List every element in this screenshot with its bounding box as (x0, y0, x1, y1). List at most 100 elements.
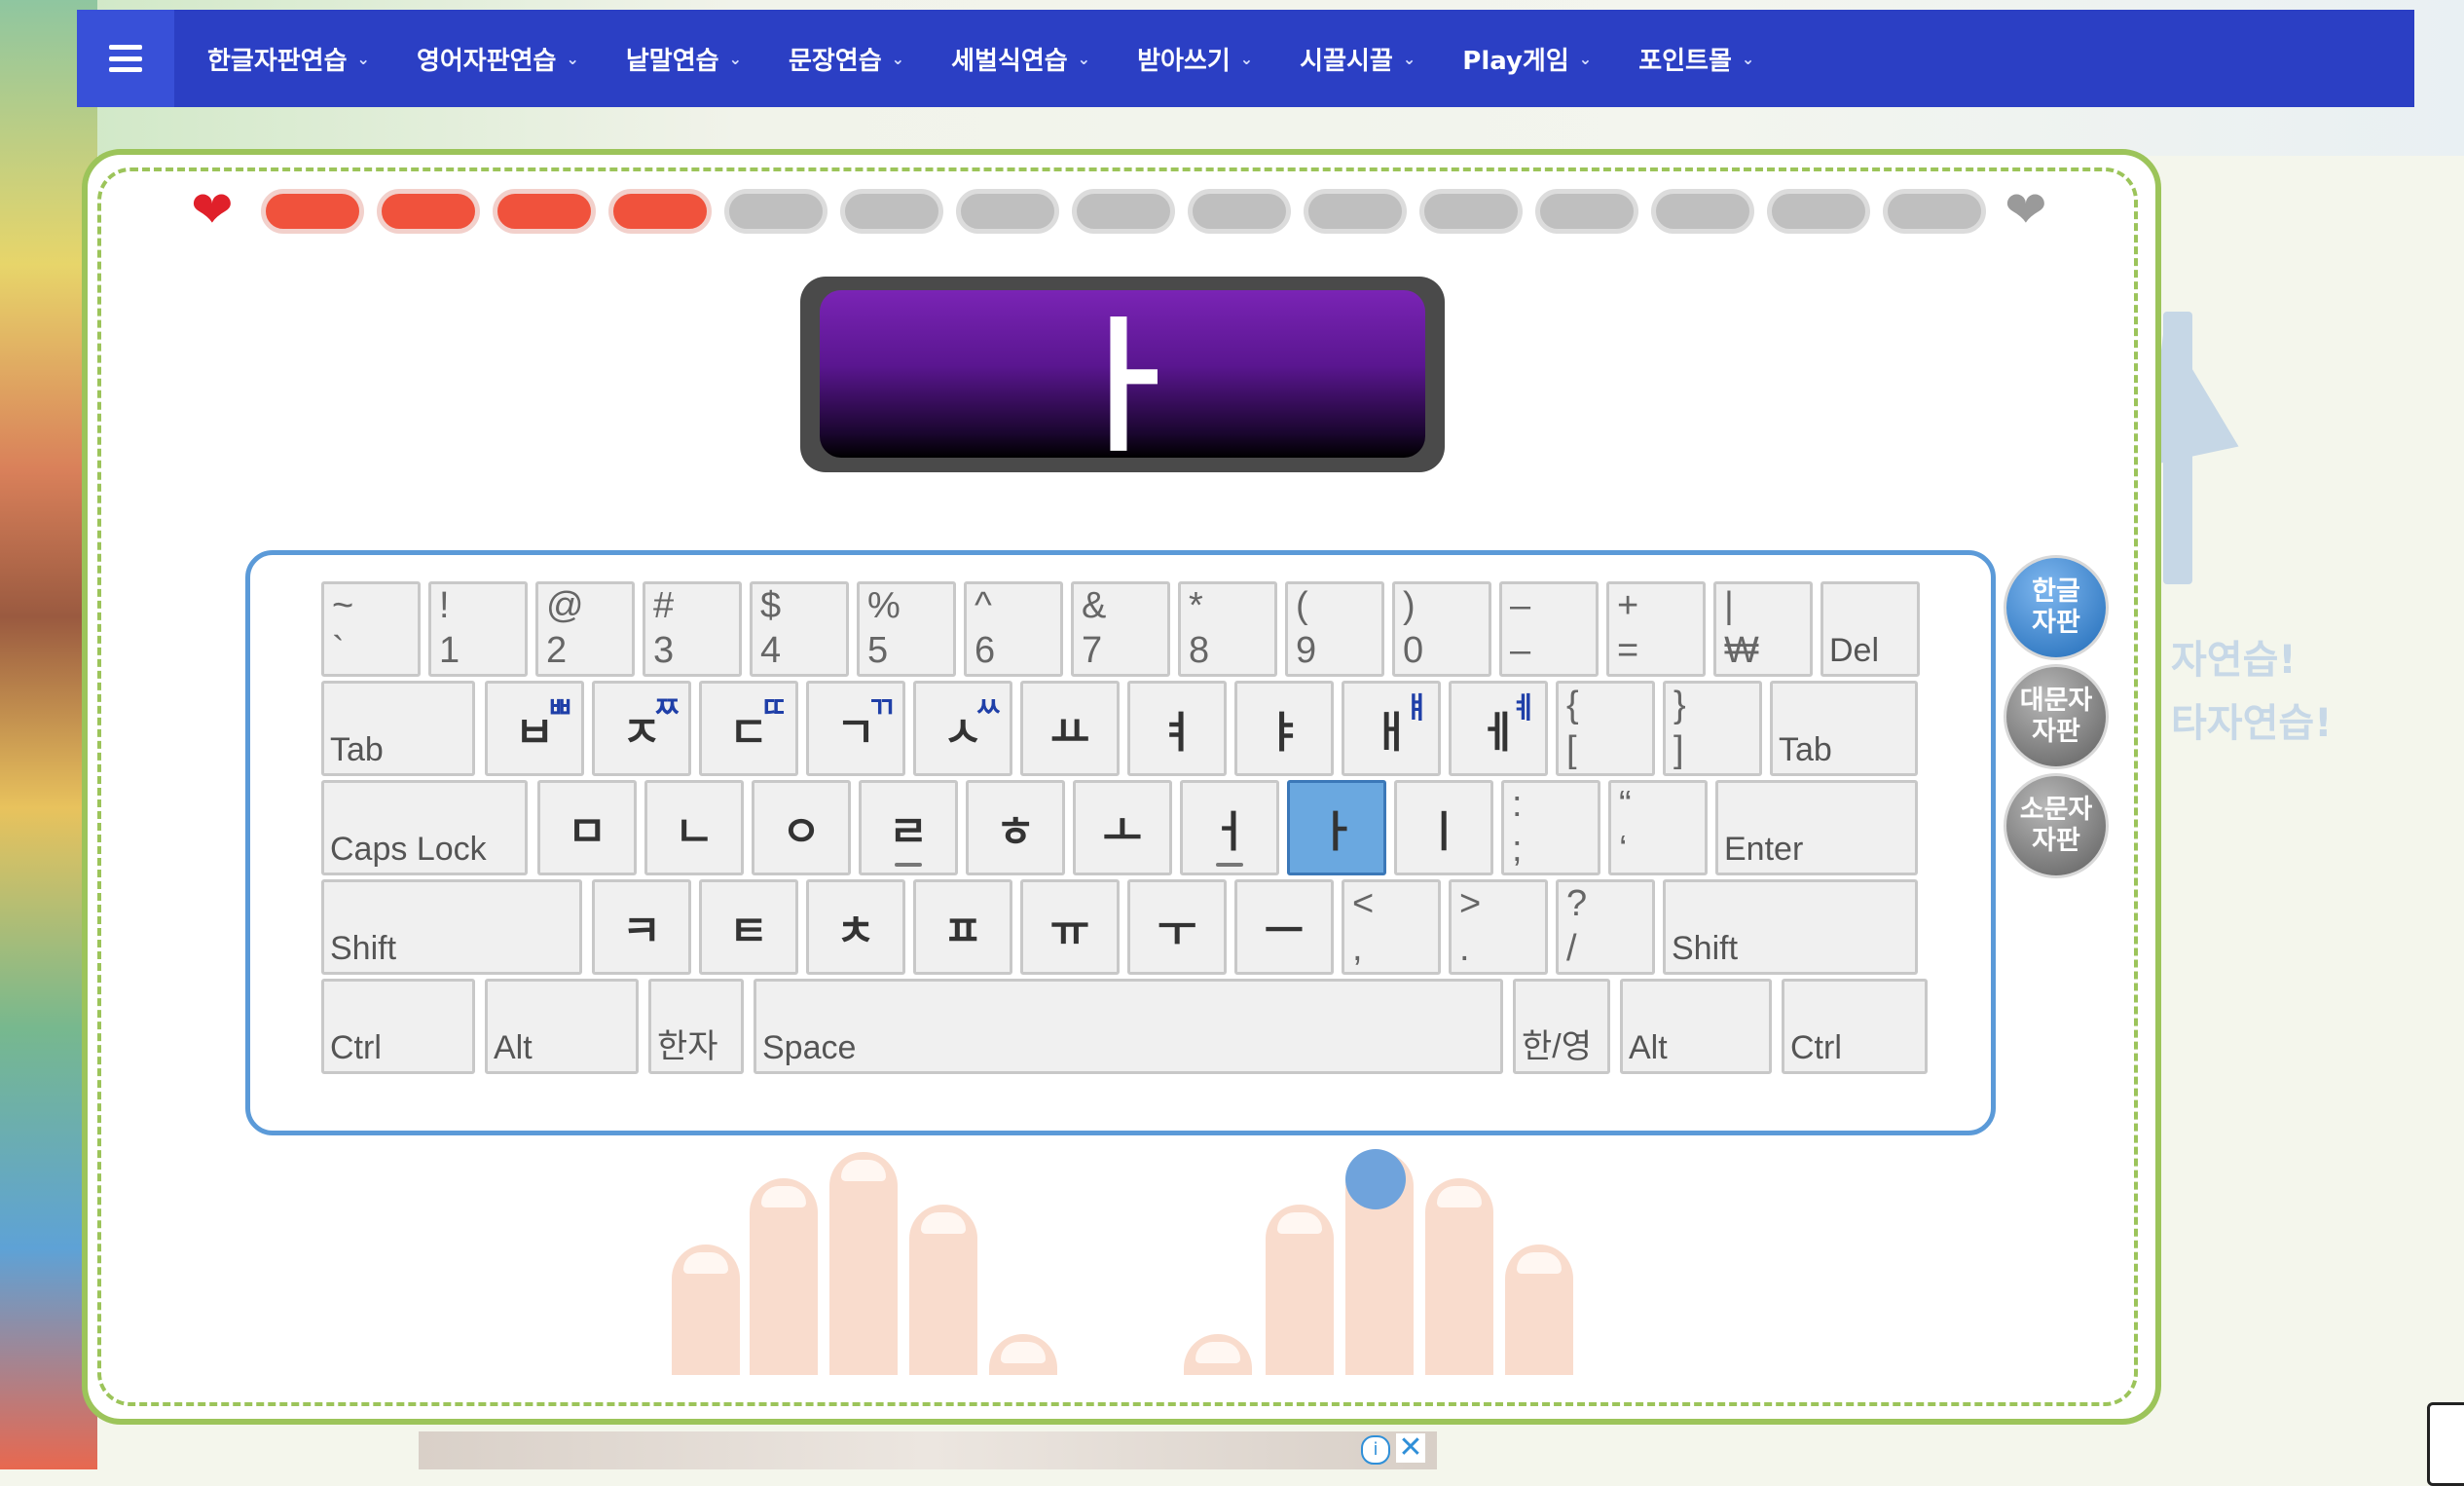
key-hangul[interactable]: ㅑ (1234, 681, 1334, 776)
key-shift-char: – (1510, 585, 1531, 626)
ad-info-icon[interactable]: i (1361, 1435, 1390, 1465)
key-alt-right[interactable]: Alt (1620, 979, 1772, 1074)
key-num-3[interactable]: #3 (643, 581, 742, 677)
background-arrow (2163, 312, 2192, 584)
chevron-down-icon: ⌄ (1578, 49, 1593, 68)
advertisement-banner[interactable]: i ✕ (419, 1431, 1437, 1469)
key-tab[interactable]: Tab (321, 681, 475, 776)
key-hangul[interactable]: ㅠ (1020, 879, 1120, 975)
key-hangul[interactable]: ㅇ (752, 780, 851, 875)
key-char: ㅇ (781, 807, 822, 857)
key-del[interactable]: Del (1820, 581, 1920, 677)
key-char: 4 (760, 630, 782, 671)
progress-pill (261, 189, 364, 234)
key-hangul[interactable]: ㅋ (592, 879, 691, 975)
key-hangul[interactable]: ㄷㄸ (699, 681, 798, 776)
key-shift-char: : (1512, 784, 1523, 825)
ad-close-icon[interactable]: ✕ (1396, 1433, 1425, 1463)
key-num-13[interactable]: | ₩ (1713, 581, 1813, 677)
key-hangul[interactable]: ㅍ (913, 879, 1012, 975)
key-hangul[interactable]: ㅗ (1073, 780, 1172, 875)
key-bracket[interactable]: {[ (1556, 681, 1655, 776)
uppercase-layout-button[interactable]: 대문자 자판 (2004, 664, 2109, 769)
target-char: ㅏ (820, 290, 1425, 472)
key-hangul[interactable]: ㅁ (537, 780, 637, 875)
nav-item-play-game[interactable]: Play게임 ⌄ (1462, 41, 1592, 77)
left-index (909, 1205, 977, 1375)
key-hangul[interactable]: ㄹ (859, 780, 958, 875)
progress-track: ❤ ❤ (191, 185, 2060, 236)
key-shift-char: $ (760, 585, 782, 626)
key-hanja[interactable]: 한자 (648, 979, 744, 1074)
key-char: ㄹ (888, 807, 929, 857)
key-hangul[interactable]: ㅜ (1127, 879, 1227, 975)
hangul-layout-button[interactable]: 한글 자판 (2004, 555, 2109, 660)
key-hangul[interactable]: ㅌ (699, 879, 798, 975)
key-hangul[interactable]: ㅐㅒ (1342, 681, 1441, 776)
key-num-0[interactable]: ~ ` (321, 581, 421, 677)
key-num-11[interactable]: – – (1499, 581, 1599, 677)
key-num-4[interactable]: $4 (750, 581, 849, 677)
key-hangul[interactable]: ㅓ (1180, 780, 1279, 875)
key-caps-lock[interactable]: Caps Lock (321, 780, 528, 875)
key-num-12[interactable]: + = (1606, 581, 1706, 677)
key-num-7[interactable]: & 7 (1071, 581, 1170, 677)
key-alt-left[interactable]: Alt (485, 979, 639, 1074)
key-hangul[interactable]: ㅛ (1020, 681, 1120, 776)
key-shift-char: { (1566, 685, 1579, 725)
key-punct[interactable]: ? / (1556, 879, 1655, 975)
nav-item-dictation[interactable]: 받아쓰기 ⌄ (1137, 41, 1253, 77)
right-index (1266, 1205, 1334, 1375)
key-num-9[interactable]: (9 (1285, 581, 1384, 677)
key-hangul[interactable]: ㅕ (1127, 681, 1227, 776)
key-char: ㅋ (621, 907, 662, 956)
key-bracket[interactable]: }] (1663, 681, 1762, 776)
key-hangul[interactable]: ㅣ (1394, 780, 1493, 875)
key-hangul[interactable]: ㅔㅖ (1449, 681, 1548, 776)
nav-item-word-practice[interactable]: 낱말연습 ⌄ (626, 41, 742, 77)
key-ctrl-left[interactable]: Ctrl (321, 979, 475, 1074)
key-tab-right[interactable]: Tab (1770, 681, 1918, 776)
key-enter[interactable]: Enter (1715, 780, 1918, 875)
key-num-2[interactable]: @2 (535, 581, 635, 677)
key-punct[interactable]: :; (1501, 780, 1600, 875)
key-ctrl-right[interactable]: Ctrl (1782, 979, 1928, 1074)
key-hangul[interactable]: ㅈㅉ (592, 681, 691, 776)
nav-item-point-mall[interactable]: 포인트몰 ⌄ (1638, 41, 1754, 77)
key-num-1[interactable]: ! 1 (428, 581, 528, 677)
key-hangul-active[interactable]: ㅏ (1287, 780, 1386, 875)
key-char: 8 (1189, 630, 1210, 671)
key-punct[interactable]: <, (1342, 879, 1441, 975)
key-num-5[interactable]: % 5 (857, 581, 956, 677)
key-han-yeong[interactable]: 한/영 (1513, 979, 1610, 1074)
key-hangul[interactable]: ㄴ (644, 780, 744, 875)
key-punct[interactable]: “‘ (1608, 780, 1708, 875)
scroll-widget[interactable] (2427, 1402, 2464, 1486)
key-shift-left[interactable]: Shift (321, 879, 582, 975)
nav-item-sebeolsik[interactable]: 세벌식연습 ⌄ (951, 41, 1090, 77)
key-num-6[interactable]: ^ 6 (964, 581, 1063, 677)
key-shift-char: ㅖ (1510, 691, 1537, 725)
chevron-down-icon: ⌄ (891, 49, 905, 68)
key-punct[interactable]: >. (1449, 879, 1548, 975)
key-char: , (1352, 928, 1363, 969)
nav-item-hangul-keyboard[interactable]: 한글자판연습 ⌄ (207, 41, 370, 77)
key-label: 한자 (657, 1028, 718, 1065)
key-hangul[interactable]: ㅎ (966, 780, 1065, 875)
key-hangul[interactable]: ㄱㄲ (806, 681, 905, 776)
nav-item-english-keyboard[interactable]: 영어자판연습 ⌄ (417, 41, 579, 77)
key-space[interactable]: Space (754, 979, 1503, 1074)
key-char: . (1459, 928, 1470, 969)
key-num-10[interactable]: ) 0 (1392, 581, 1491, 677)
menu-button[interactable] (77, 10, 174, 107)
key-hangul[interactable]: ㅅㅆ (913, 681, 1012, 776)
key-num-8[interactable]: * 8 (1178, 581, 1277, 677)
key-shift-right[interactable]: Shift (1663, 879, 1918, 975)
key-hangul[interactable]: ㅊ (806, 879, 905, 975)
nav-item-noisy[interactable]: 시끌시끌 ⌄ (1300, 41, 1416, 77)
lowercase-layout-button[interactable]: 소문자 자판 (2004, 773, 2109, 878)
nav-item-sentence-practice[interactable]: 문장연습 ⌄ (789, 41, 904, 77)
progress-pill (1651, 189, 1754, 234)
key-hangul[interactable]: ㅡ (1234, 879, 1334, 975)
key-hangul[interactable]: ㅂㅃ (485, 681, 584, 776)
